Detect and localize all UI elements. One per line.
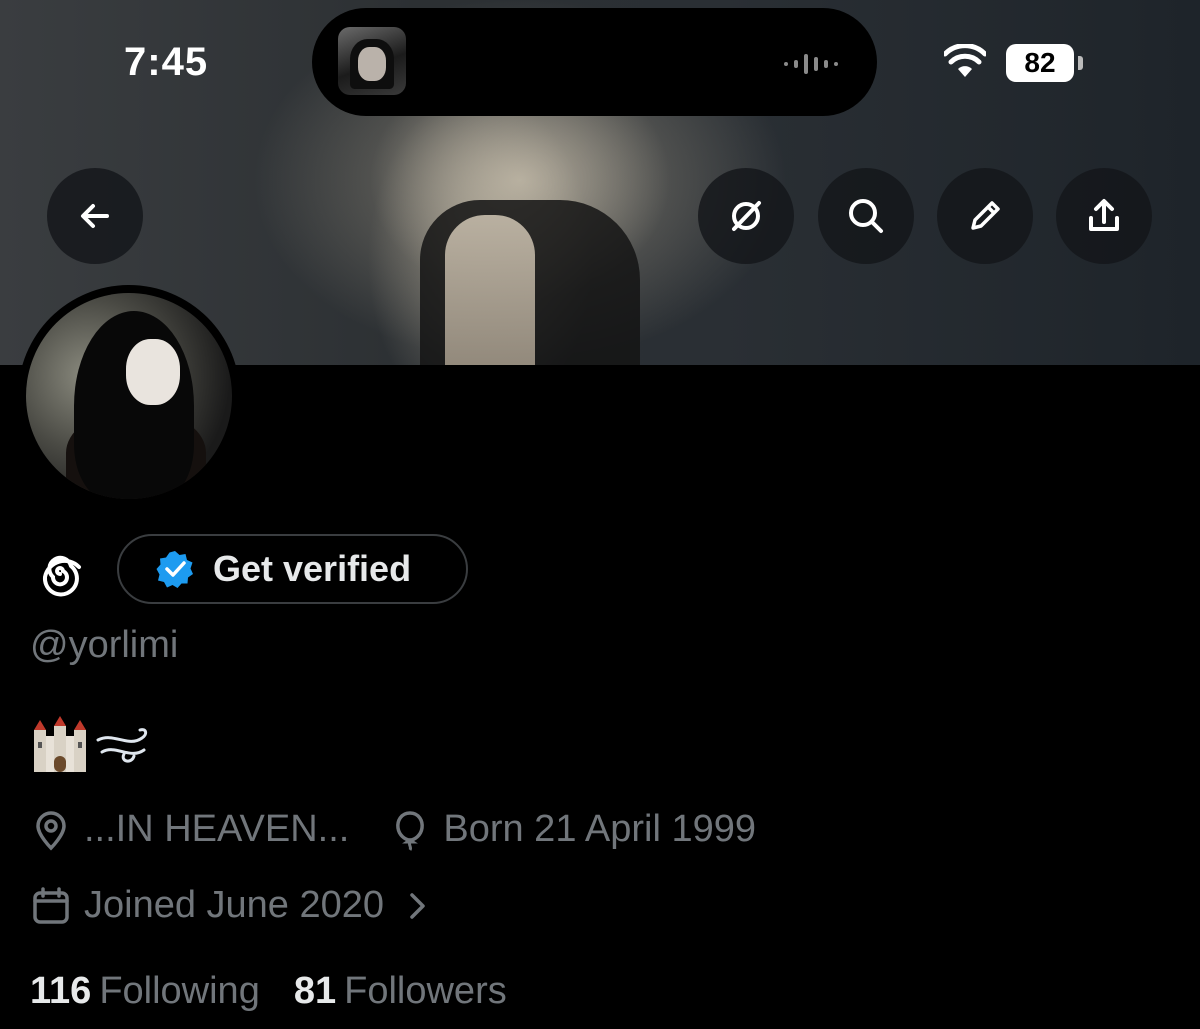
banner-figure-arm <box>445 215 535 365</box>
edit-button[interactable] <box>937 168 1033 264</box>
share-icon <box>1089 199 1119 231</box>
battery-icon: 82 <box>1006 44 1074 82</box>
profile-meta-location-birthday: ...IN HEAVEN... Born 21 April 1999 <box>30 808 756 851</box>
grok-icon <box>732 201 761 231</box>
dynamic-island[interactable] <box>312 8 877 116</box>
wind-emoji <box>96 728 148 763</box>
avatar-image <box>26 293 232 499</box>
get-verified-button[interactable]: Get verified <box>117 534 468 604</box>
followers-label: Followers <box>344 970 507 1012</box>
calendar-icon <box>33 886 69 924</box>
following-count: 116 <box>30 970 92 1012</box>
back-arrow-icon <box>81 204 109 228</box>
profile-stats: 116 Following 81 Followers <box>30 970 507 1013</box>
now-playing-artwork <box>338 27 406 95</box>
get-verified-label: Get verified <box>213 548 412 589</box>
spiral-icon <box>42 555 81 597</box>
location-pin-icon <box>36 810 66 850</box>
audio-waveform-icon <box>784 54 838 74</box>
search-button[interactable] <box>818 168 914 264</box>
grok-button[interactable] <box>698 168 794 264</box>
profile-joined: Joined June 2020 <box>84 884 385 926</box>
pencil-icon <box>971 201 1000 230</box>
wifi-icon <box>944 44 986 77</box>
battery-nub <box>1078 56 1083 70</box>
avatar[interactable] <box>18 285 240 507</box>
status-time: 7:45 <box>124 40 209 84</box>
profile-joined-row[interactable]: Joined June 2020 <box>30 884 432 927</box>
chevron-right-icon <box>410 892 425 919</box>
profile-birthday: Born 21 April 1999 <box>443 808 757 850</box>
search-icon <box>849 199 883 233</box>
castle-emoji <box>34 716 86 772</box>
following-label: Following <box>99 970 260 1012</box>
back-button[interactable] <box>47 168 143 264</box>
balloon-icon <box>396 810 425 851</box>
verified-badge-icon <box>156 551 193 588</box>
profile-bio <box>30 716 152 776</box>
followers-link[interactable]: 81 Followers <box>294 970 507 1013</box>
profile-handle: @yorlimi <box>30 624 179 666</box>
profile-location: ...IN HEAVEN... <box>84 808 350 850</box>
followers-count: 81 <box>293 970 337 1012</box>
following-link[interactable]: 116 Following <box>30 970 260 1013</box>
share-button[interactable] <box>1056 168 1152 264</box>
